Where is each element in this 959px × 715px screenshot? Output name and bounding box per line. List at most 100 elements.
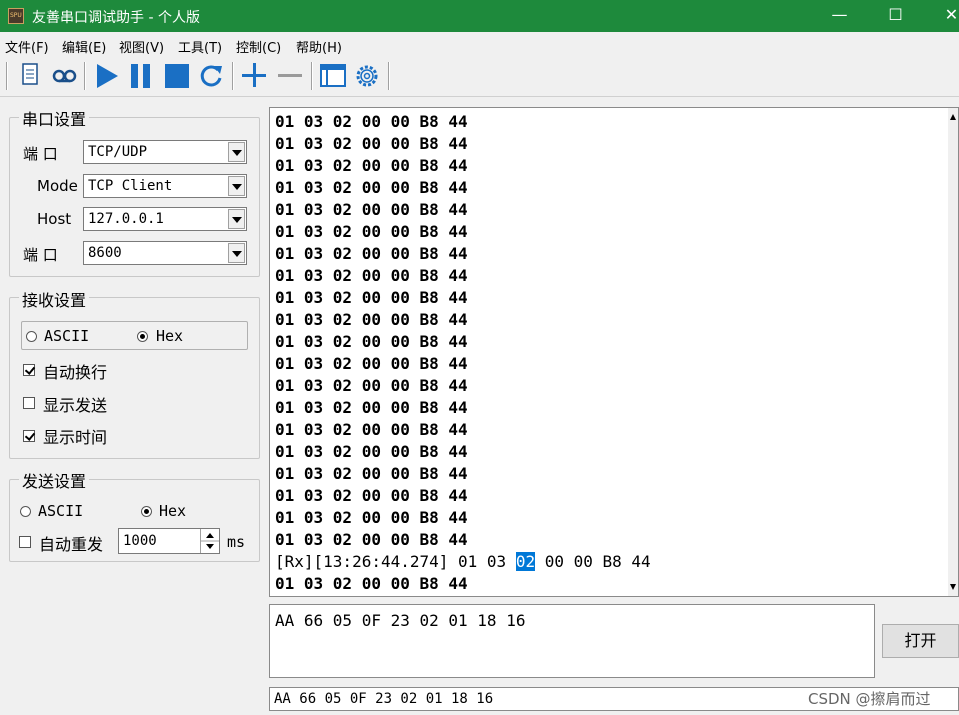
host-select-value: 127.0.0.1 xyxy=(88,211,164,227)
rx-line: 01 03 02 00 00 B8 44 xyxy=(275,442,468,461)
toolbar-separator xyxy=(232,62,234,90)
rx-line: 01 03 02 00 00 B8 44 xyxy=(275,376,468,395)
menu-help[interactable]: 帮助(H) xyxy=(296,37,342,56)
port-select-value: TCP/UDP xyxy=(88,144,148,160)
chevron-down-icon[interactable] xyxy=(228,176,245,196)
rx-line: 01 03 02 00 00 B8 44 xyxy=(275,508,468,527)
send-hex-radio[interactable] xyxy=(141,506,152,517)
rx-line: 01 03 02 00 00 B8 44 xyxy=(275,156,468,175)
record-icon[interactable] xyxy=(49,60,79,90)
rx-line: 01 03 02 00 00 B8 44 xyxy=(275,530,468,549)
chevron-down-icon[interactable] xyxy=(228,142,245,162)
rx-line: 01 03 02 00 00 B8 44 xyxy=(275,112,468,131)
port-label: 端 口 xyxy=(23,145,58,163)
play-icon[interactable] xyxy=(92,60,122,90)
menu-tools[interactable]: 工具(T) xyxy=(178,37,222,56)
receive-hex-label: Hex xyxy=(156,327,184,345)
auto-wrap-label: 自动换行 xyxy=(43,363,108,382)
rx-line: 01 03 02 00 00 B8 44 xyxy=(275,134,468,153)
receive-settings-title: 接收设置 xyxy=(19,287,90,311)
rx-line: 01 03 02 00 00 B8 44 xyxy=(275,310,468,329)
menu-view[interactable]: 视图(V) xyxy=(119,37,164,56)
mode-label: Mode xyxy=(37,177,78,195)
interval-value: 1000 xyxy=(123,533,157,549)
rx-line: 01 03 02 00 00 B8 44 xyxy=(275,200,468,219)
toolbar-separator xyxy=(6,62,8,90)
stepper-arrows-icon[interactable] xyxy=(200,529,219,553)
auto-wrap-checkbox[interactable] xyxy=(23,364,35,376)
auto-resend-checkbox[interactable] xyxy=(19,536,31,548)
toolbar-separator xyxy=(388,62,390,90)
show-send-checkbox[interactable] xyxy=(23,397,35,409)
show-time-label: 显示时间 xyxy=(43,428,108,447)
title-bar: SPU 友善串口调试助手 - 个人版 — ☐ ✕ xyxy=(0,0,959,32)
port-number-value: 8600 xyxy=(88,245,122,261)
rx-line: 01 03 02 00 00 B8 44 xyxy=(275,266,468,285)
toolbar-separator xyxy=(311,62,313,90)
rx-line-prefix: [Rx][13:26:44.274] 01 03 xyxy=(275,552,516,571)
receive-textarea[interactable]: 01 03 02 00 00 B8 44 01 03 02 00 00 B8 4… xyxy=(269,107,959,597)
stop-icon[interactable] xyxy=(162,60,192,90)
maximize-button[interactable]: ☐ xyxy=(868,0,923,32)
rx-line: 01 03 02 00 00 B8 44 xyxy=(275,222,468,241)
port2-label: 端 口 xyxy=(23,246,58,264)
port-number-select[interactable]: 8600 xyxy=(83,241,247,265)
receive-hex-radio[interactable] xyxy=(137,331,148,342)
plus-icon[interactable] xyxy=(239,60,269,90)
minus-icon[interactable] xyxy=(275,60,305,90)
gear-icon[interactable] xyxy=(352,60,382,90)
document-icon[interactable] xyxy=(15,60,45,90)
rx-line: 01 03 02 00 00 B8 44 xyxy=(275,398,468,417)
interval-stepper[interactable]: 1000 xyxy=(118,528,220,554)
mode-select[interactable]: TCP Client xyxy=(83,174,247,198)
rx-line: 01 03 02 00 00 B8 44 xyxy=(275,178,468,197)
send-text: AA 66 05 0F 23 02 01 18 16 xyxy=(275,611,526,630)
chevron-down-icon[interactable] xyxy=(228,243,245,263)
menu-file[interactable]: 文件(F) xyxy=(5,37,49,56)
show-send-label: 显示发送 xyxy=(43,396,108,415)
chevron-down-icon[interactable] xyxy=(228,209,245,229)
menu-edit[interactable]: 编辑(E) xyxy=(62,37,106,56)
rx-line: 01 03 02 00 00 B8 44 xyxy=(275,354,468,373)
refresh-icon[interactable] xyxy=(196,60,226,90)
receive-ascii-radio[interactable] xyxy=(26,331,37,342)
minimize-button[interactable]: — xyxy=(812,0,867,32)
rx-selected-byte: 02 xyxy=(515,552,536,571)
menu-control[interactable]: 控制(C) xyxy=(236,37,281,56)
host-select[interactable]: 127.0.0.1 xyxy=(83,207,247,231)
send-ascii-label: ASCII xyxy=(38,502,84,520)
close-button[interactable]: ✕ xyxy=(924,0,959,32)
mode-select-value: TCP Client xyxy=(88,178,173,194)
receive-ascii-label: ASCII xyxy=(44,327,90,345)
rx-line: 01 03 02 00 00 B8 44 xyxy=(275,332,468,351)
show-time-checkbox[interactable] xyxy=(23,430,35,442)
send-hex-label: Hex xyxy=(159,502,187,520)
menu-bar: 文件(F) 编辑(E) 视图(V) 工具(T) 控制(C) 帮助(H) xyxy=(0,32,959,56)
history-value: AA 66 05 0F 23 02 01 18 16 xyxy=(274,691,494,707)
window-icon[interactable] xyxy=(318,60,348,90)
rx-line-suffix: 00 00 B8 44 xyxy=(535,552,651,571)
interval-unit: ms xyxy=(227,533,246,551)
toolbar-separator xyxy=(84,62,86,90)
send-ascii-radio[interactable] xyxy=(20,506,31,517)
toolbar xyxy=(0,56,959,97)
app-icon: SPU xyxy=(8,8,24,24)
serial-settings-title: 串口设置 xyxy=(19,106,90,130)
rx-line: 01 03 02 00 00 B8 44 xyxy=(275,288,468,307)
host-label: Host xyxy=(37,210,72,228)
pause-icon[interactable] xyxy=(126,60,156,90)
open-button[interactable]: 打开 xyxy=(882,624,959,658)
rx-line: 01 03 02 00 00 B8 44 xyxy=(275,464,468,483)
rx-line: 01 03 02 00 00 B8 44 xyxy=(275,574,468,593)
send-textarea[interactable]: AA 66 05 0F 23 02 01 18 16 xyxy=(269,604,875,678)
receive-scrollbar[interactable] xyxy=(948,108,958,596)
send-settings-title: 发送设置 xyxy=(19,468,90,492)
rx-line: 01 03 02 00 00 B8 44 xyxy=(275,420,468,439)
window-title: 友善串口调试助手 - 个人版 xyxy=(32,10,200,26)
watermark: CSDN @擦肩而过 xyxy=(808,690,931,708)
auto-resend-label: 自动重发 xyxy=(39,535,104,554)
rx-line: 01 03 02 00 00 B8 44 xyxy=(275,244,468,263)
rx-line: 01 03 02 00 00 B8 44 xyxy=(275,486,468,505)
rx-timestamped-line: [Rx][13:26:44.274] 01 03 02 00 00 B8 44 xyxy=(275,551,651,573)
port-select[interactable]: TCP/UDP xyxy=(83,140,247,164)
